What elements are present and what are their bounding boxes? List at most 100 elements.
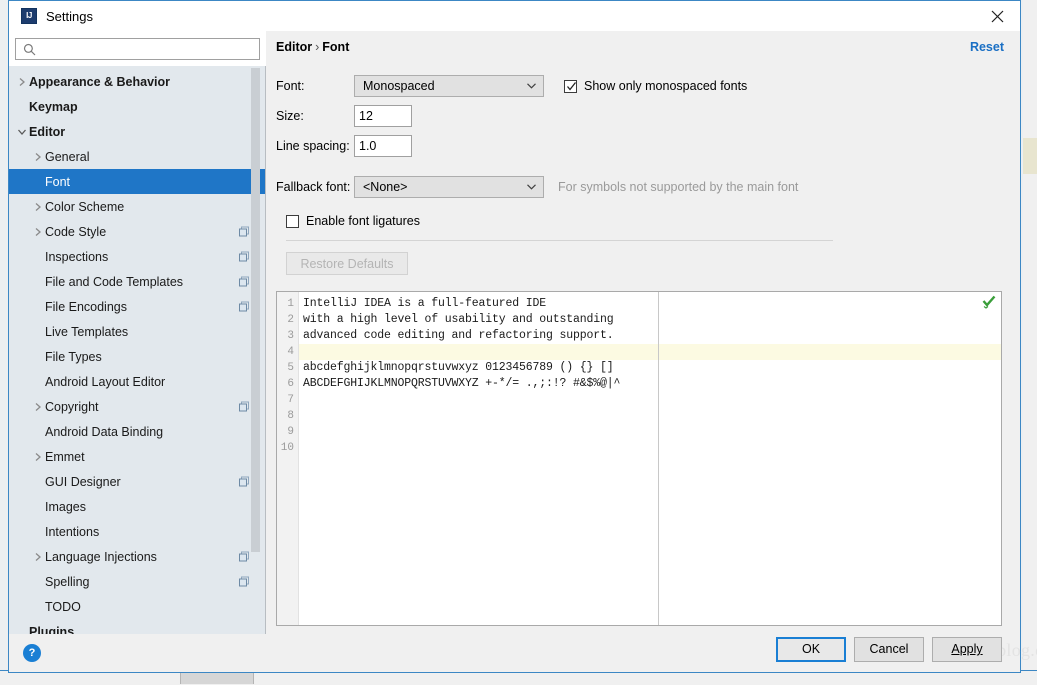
- sidebar-item-keymap[interactable]: Keymap: [9, 94, 266, 119]
- sidebar-item-label: Spelling: [45, 574, 90, 589]
- dialog-title: Settings: [46, 8, 93, 24]
- chevron-right-icon[interactable]: [31, 552, 45, 562]
- sidebar-footer: ?: [9, 634, 266, 672]
- sidebar-item-label: Live Templates: [45, 324, 129, 339]
- breadcrumb: Editor › Font: [276, 40, 349, 54]
- sidebar-item-font[interactable]: Font: [9, 169, 266, 194]
- sidebar-item-file-encodings[interactable]: File Encodings: [9, 294, 266, 319]
- sidebar-item-label: TODO: [45, 599, 81, 614]
- preview-secondary-line: [659, 344, 1001, 360]
- sidebar-item-intentions[interactable]: Intentions: [9, 519, 266, 544]
- form-separator: [286, 240, 833, 241]
- chevron-right-icon[interactable]: [31, 227, 45, 237]
- size-label: Size:: [276, 109, 304, 123]
- sidebar-item-file-types[interactable]: File Types: [9, 344, 266, 369]
- reset-link[interactable]: Reset: [970, 40, 1004, 54]
- intellij-idea-logo-icon: [21, 8, 37, 24]
- sidebar-item-spelling[interactable]: Spelling: [9, 569, 266, 594]
- preview-secondary-line: [659, 424, 1001, 440]
- apply-button[interactable]: Apply: [932, 636, 1002, 662]
- sidebar-item-images[interactable]: Images: [9, 494, 266, 519]
- sidebar-item-language-injections[interactable]: Language Injections: [9, 544, 266, 569]
- chevron-down-icon[interactable]: [15, 128, 29, 136]
- sidebar-item-live-templates[interactable]: Live Templates: [9, 319, 266, 344]
- sidebar-item-label: GUI Designer: [45, 474, 121, 489]
- ok-button[interactable]: OK: [776, 636, 846, 662]
- dialog-titlebar: Settings: [9, 1, 1020, 31]
- font-family-select[interactable]: Monospaced: [354, 75, 544, 97]
- gutter-line-number: 8: [287, 410, 294, 422]
- sidebar-item-android-layout-editor[interactable]: Android Layout Editor: [9, 369, 266, 394]
- breadcrumb-row: Editor › Font Reset: [266, 31, 1020, 63]
- sidebar-item-inspections[interactable]: Inspections: [9, 244, 266, 269]
- sidebar-item-copyright[interactable]: Copyright: [9, 394, 266, 419]
- help-button[interactable]: ?: [23, 644, 41, 662]
- font-size-input[interactable]: [354, 105, 412, 127]
- search-row: [9, 31, 266, 66]
- chevron-right-icon[interactable]: [31, 202, 45, 212]
- breadcrumb-separator-icon: ›: [315, 40, 320, 54]
- sidebar-item-emmet[interactable]: Emmet: [9, 444, 266, 469]
- breadcrumb-parent[interactable]: Editor: [276, 40, 312, 54]
- enable-ligatures-checkbox[interactable]: [286, 214, 299, 228]
- close-icon[interactable]: [974, 1, 1020, 31]
- sidebar-item-file-and-code-templates[interactable]: File and Code Templates: [9, 269, 266, 294]
- restore-defaults-button[interactable]: Restore Defaults: [286, 252, 408, 275]
- gutter-line-number: 2: [287, 314, 294, 326]
- copy-settings-icon: [239, 401, 250, 412]
- preview-code-line: ABCDEFGHIJKLMNOPQRSTUVWXYZ +-*/= .,;:!? …: [303, 377, 621, 390]
- sidebar-item-general[interactable]: General: [9, 144, 266, 169]
- preview-secondary-line: [659, 328, 1001, 344]
- fallback-font-select[interactable]: <None>: [354, 176, 544, 198]
- preview-code-line: [299, 408, 658, 424]
- preview-code-line: [299, 392, 658, 408]
- cancel-button[interactable]: Cancel: [854, 636, 924, 662]
- settings-search-input[interactable]: [15, 38, 260, 60]
- show-monospaced-row: Show only monospaced fonts: [564, 79, 747, 93]
- sidebar-item-editor[interactable]: Editor: [9, 119, 266, 144]
- sidebar-item-android-data-binding[interactable]: Android Data Binding: [9, 419, 266, 444]
- copy-settings-icon: [239, 276, 250, 287]
- preview-secondary-line: [659, 360, 1001, 376]
- sidebar-item-code-style[interactable]: Code Style: [9, 219, 266, 244]
- sidebar-item-color-scheme[interactable]: Color Scheme: [9, 194, 266, 219]
- settings-sidebar: Appearance & Behavior Keymap Editor General…: [9, 31, 266, 672]
- ligatures-row: Enable font ligatures: [286, 214, 1020, 228]
- gutter-line-number: 7: [287, 394, 294, 406]
- font-settings-form: Font: Monospaced Show only monospaced fo…: [266, 63, 1020, 275]
- preview-secondary-pane: [659, 292, 1001, 625]
- sidebar-item-plugins[interactable]: Plugins: [9, 619, 266, 635]
- preview-gutter: 1 2 3 4 5 6 7 8 9 10: [277, 292, 299, 625]
- gutter-line-number: 9: [287, 426, 294, 438]
- sidebar-scrollbar-thumb[interactable]: [251, 68, 260, 552]
- font-preview-panel[interactable]: 1 2 3 4 5 6 7 8 9 10 IntelliJ IDEA is a full-feat…: [276, 291, 1002, 626]
- ide-background-tool-tab: [180, 672, 254, 684]
- chevron-right-icon[interactable]: [15, 77, 29, 87]
- sidebar-item-todo[interactable]: TODO: [9, 594, 266, 619]
- enable-ligatures-label: Enable font ligatures: [306, 214, 420, 228]
- sidebar-item-label: File and Code Templates: [45, 274, 184, 289]
- chevron-down-icon: [523, 83, 539, 89]
- settings-tree: Appearance & Behavior Keymap Editor General…: [9, 66, 266, 634]
- sidebar-item-gui-designer[interactable]: GUI Designer: [9, 469, 266, 494]
- ide-background-right-strip: [1023, 0, 1037, 684]
- chevron-right-icon[interactable]: [31, 452, 45, 462]
- gutter-line-number: 3: [287, 330, 294, 342]
- gutter-line-number: 1: [287, 298, 294, 310]
- settings-tree-items: Appearance & Behavior Keymap Editor General…: [9, 69, 266, 634]
- sidebar-item-appearance-behavior[interactable]: Appearance & Behavior: [9, 69, 266, 94]
- sidebar-item-label: File Types: [45, 349, 102, 364]
- sidebar-scrollbar-track[interactable]: [251, 66, 263, 634]
- line-spacing-label: Line spacing:: [276, 139, 350, 153]
- preview-code-line: IntelliJ IDEA is a full-featured IDE: [303, 297, 547, 310]
- chevron-right-icon[interactable]: [31, 152, 45, 162]
- green-check-icon[interactable]: [982, 295, 996, 309]
- show-monospaced-label: Show only monospaced fonts: [584, 79, 748, 93]
- preview-code-area[interactable]: IntelliJ IDEA is a full-featured IDE with…: [299, 292, 658, 625]
- preview-code-line: [299, 424, 658, 440]
- chevron-right-icon[interactable]: [31, 402, 45, 412]
- line-spacing-input[interactable]: [354, 135, 412, 157]
- show-monospaced-checkbox[interactable]: [564, 79, 577, 93]
- copy-settings-icon: [239, 576, 250, 587]
- sidebar-item-label: Language Injections: [45, 549, 157, 564]
